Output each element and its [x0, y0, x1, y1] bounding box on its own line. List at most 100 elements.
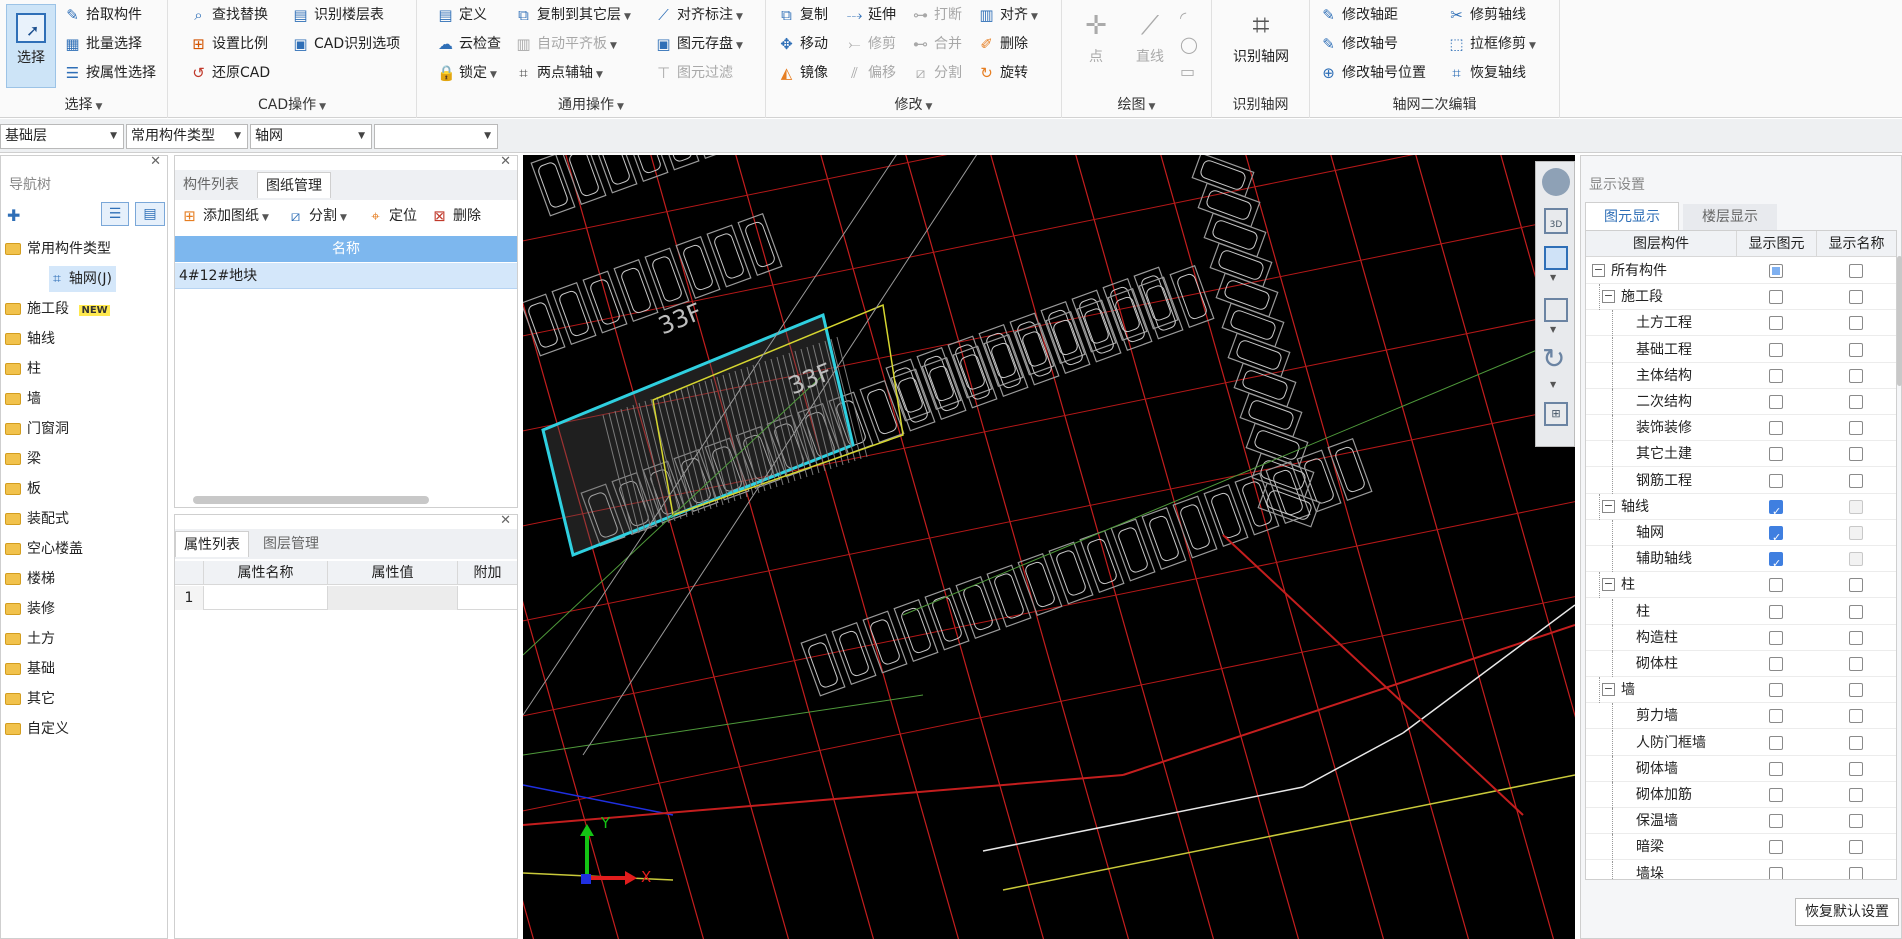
lock-button[interactable]: 🔒 锁定 ▼	[435, 61, 497, 85]
copy-to-other-floor-button[interactable]: ⧉ 复制到其它层 ▼	[513, 3, 631, 27]
delete-drawing-button[interactable]: ⊠ 删除	[429, 204, 481, 228]
show-name-checkbox[interactable]	[1849, 395, 1863, 409]
show-element-checkbox[interactable]	[1769, 735, 1783, 750]
show-name-checkbox[interactable]	[1849, 578, 1863, 593]
pick-component-button[interactable]: ✎ 拾取构件	[62, 3, 142, 27]
show-element-checkbox[interactable]	[1769, 814, 1783, 829]
identify-floor-table-button[interactable]: ▤ 识别楼层表	[290, 3, 384, 27]
close-icon[interactable]: ✕	[150, 154, 161, 169]
sidebar-item-construction-section[interactable]: 施工段 NEW	[1, 296, 110, 322]
align-button[interactable]: ▥ 对齐 ▼	[976, 3, 1038, 27]
show-element-checkbox[interactable]	[1769, 604, 1783, 619]
locate-button[interactable]: ⌖ 定位	[365, 204, 417, 228]
show-name-checkbox[interactable]	[1849, 683, 1863, 698]
delete-button[interactable]: ✐ 删除	[976, 32, 1028, 56]
property-value-cell[interactable]	[327, 586, 457, 610]
table-row[interactable]: 4#12#地块	[175, 263, 517, 289]
show-name-checkbox[interactable]	[1849, 866, 1863, 879]
show-element-checkbox[interactable]	[1769, 840, 1783, 855]
cad-identify-options-button[interactable]: ▣ CAD识别选项	[290, 32, 400, 56]
show-element-checkbox[interactable]	[1769, 316, 1783, 331]
select-by-property-button[interactable]: ☰ 按属性选择	[62, 61, 156, 85]
orbit-icon[interactable]	[1542, 168, 1570, 196]
modify-axis-distance-button[interactable]: ✎ 修改轴距	[1318, 3, 1398, 27]
tab-element-display[interactable]: 图元显示	[1585, 202, 1679, 230]
show-element-checkbox[interactable]	[1769, 499, 1783, 525]
add-icon[interactable]: ✚	[7, 206, 20, 225]
show-name-checkbox[interactable]	[1849, 657, 1863, 671]
sidebar-item-other[interactable]: 其它	[1, 686, 55, 712]
layout-icon[interactable]: ⊞	[1544, 402, 1568, 426]
show-name-checkbox[interactable]	[1849, 604, 1863, 619]
cad-canvas[interactable]: 33F 33F Y X 3D ▼ ▼ ↻ ▼ ⊞	[523, 155, 1575, 939]
table-row[interactable]: 1	[175, 586, 517, 610]
auto-align-slab-button[interactable]: ▥ 自动平齐板 ▼	[513, 32, 617, 56]
show-element-checkbox[interactable]	[1769, 709, 1783, 724]
set-scale-button[interactable]: ⊞ 设置比例	[188, 32, 268, 56]
define-button[interactable]: ▤ 定义	[435, 3, 487, 27]
sidebar-item-custom[interactable]: 自定义	[1, 716, 69, 742]
rotate-button[interactable]: ↻ 旋转	[976, 61, 1028, 85]
sidebar-item-openings[interactable]: 门窗洞	[1, 416, 69, 442]
save-element-button[interactable]: ▣ 图元存盘 ▼	[653, 32, 743, 56]
show-element-checkbox[interactable]	[1769, 447, 1783, 462]
show-element-checkbox[interactable]	[1769, 866, 1783, 879]
vertical-scrollbar[interactable]	[1897, 256, 1902, 386]
cad-group-label[interactable]: CAD操作 ▼	[168, 94, 416, 114]
split-drawing-button[interactable]: ⧄ 分割 ▼	[285, 204, 347, 228]
show-name-checkbox[interactable]	[1849, 368, 1863, 383]
restore-axis-button[interactable]: ⌗ 恢复轴线	[1446, 61, 1526, 85]
arc-icon[interactable]: ◜ ◯ ▭	[1180, 4, 1198, 85]
trim-axis-button[interactable]: ✂ 修剪轴线	[1446, 3, 1526, 27]
rotate-view-icon[interactable]: ↻	[1542, 342, 1565, 375]
tab-layer-management[interactable]: 图层管理	[255, 531, 327, 557]
chevron-down-icon[interactable]: ▼	[1550, 380, 1556, 389]
collapse-toggle[interactable]: −	[1592, 264, 1605, 277]
add-drawing-button[interactable]: ⊞ 添加图纸 ▼	[179, 204, 269, 228]
batch-select-button[interactable]: ▦ 批量选择	[62, 32, 142, 56]
show-element-checkbox[interactable]	[1769, 473, 1783, 488]
show-name-checkbox[interactable]	[1849, 526, 1863, 540]
split-button[interactable]: ⧄ 分割	[910, 61, 962, 85]
show-element-checkbox[interactable]	[1769, 630, 1783, 645]
sidebar-item-slab[interactable]: 板	[1, 476, 41, 502]
merge-button[interactable]: ⊷ 合并	[910, 32, 962, 56]
break-button[interactable]: ⊶ 打断	[910, 3, 962, 27]
align-dimension-button[interactable]: ⟋ 对齐标注 ▼	[653, 3, 743, 27]
property-name-cell[interactable]	[203, 586, 327, 610]
sidebar-item-beam[interactable]: 梁	[1, 446, 41, 472]
collapse-toggle[interactable]: −	[1602, 499, 1615, 513]
collapse-toggle[interactable]: −	[1602, 290, 1615, 304]
find-replace-button[interactable]: ⌕ 查找替换	[188, 3, 268, 27]
cloud-check-button[interactable]: ☁ 云检查	[435, 32, 501, 56]
element-filter-button[interactable]: ⊤ 图元过滤	[653, 61, 733, 85]
horizontal-scrollbar[interactable]	[193, 496, 429, 504]
show-element-checkbox[interactable]	[1769, 290, 1783, 305]
top-view-icon[interactable]	[1544, 246, 1568, 270]
property-extra-cell[interactable]	[457, 586, 517, 610]
show-name-checkbox[interactable]	[1849, 814, 1863, 829]
show-element-checkbox[interactable]	[1769, 421, 1783, 436]
line-button[interactable]: ⟋ 直线	[1128, 6, 1172, 66]
floor-select[interactable]: 基础层 ▼	[0, 124, 124, 149]
sidebar-item-axis-grid[interactable]: ⌗ 轴网(J)	[49, 266, 116, 292]
show-name-checkbox[interactable]	[1849, 552, 1863, 567]
point-button[interactable]: ✛ 点	[1076, 6, 1116, 66]
sidebar-item-wall[interactable]: 墙	[1, 386, 41, 412]
sidebar-item-hollow-floor[interactable]: 空心楼盖	[1, 536, 83, 562]
draw-group-label[interactable]: 绘图 ▼	[1062, 94, 1211, 114]
cube-view-icon[interactable]	[1544, 298, 1568, 322]
box-trim-button[interactable]: ⬚ 拉框修剪 ▼	[1446, 32, 1536, 56]
modify-axis-number-position-button[interactable]: ⊕ 修改轴号位置	[1318, 61, 1426, 85]
3d-view-icon[interactable]: 3D	[1544, 208, 1568, 234]
tab-component-list[interactable]: 构件列表	[175, 172, 247, 198]
tab-floor-display[interactable]: 楼层显示	[1683, 204, 1777, 230]
show-name-checkbox[interactable]	[1849, 447, 1863, 462]
restore-cad-button[interactable]: ↺ 还原CAD	[188, 61, 270, 85]
sidebar-item-column[interactable]: 柱	[1, 356, 41, 382]
general-group-label[interactable]: 通用操作 ▼	[417, 94, 765, 114]
modify-group-label[interactable]: 修改 ▼	[766, 94, 1061, 114]
close-icon[interactable]: ✕	[500, 513, 511, 528]
sidebar-item-foundation[interactable]: 基础	[1, 656, 55, 682]
show-element-checkbox[interactable]	[1769, 788, 1783, 802]
